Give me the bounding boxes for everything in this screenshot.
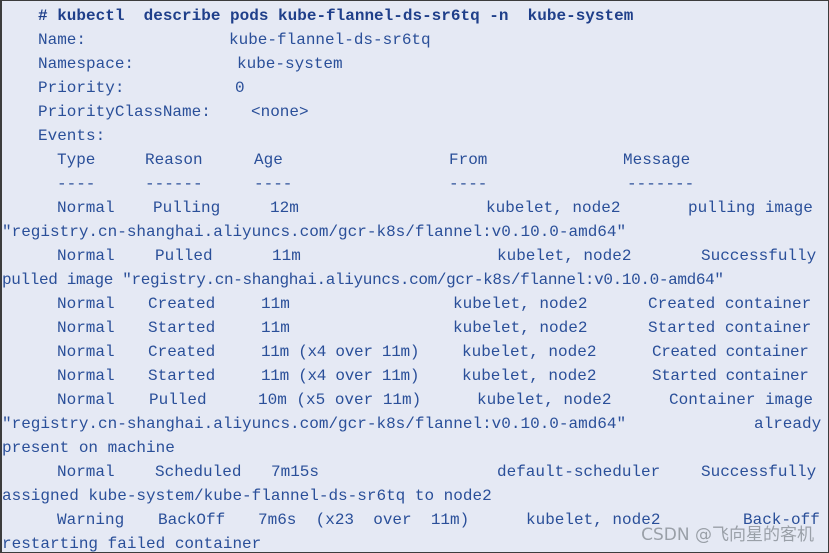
event-from: kubelet, node2 [486, 199, 621, 217]
event-age: 11m [261, 319, 290, 337]
event-message: Container image [669, 391, 814, 409]
event-message-continued: assigned kube-system/kube-flannel-ds-sr6… [2, 487, 492, 505]
event-reason: Created [148, 295, 216, 313]
field-name-label: Name: [38, 31, 87, 49]
csdn-watermark: CSDN @飞向星的客机 [641, 525, 814, 545]
event-from: kubelet, node2 [453, 319, 588, 337]
event-age: 11m [272, 247, 301, 265]
column-header-message: Message [623, 151, 691, 169]
event-from: kubelet, node2 [497, 247, 632, 265]
field-name-value: kube-flannel-ds-sr6tq [229, 31, 431, 49]
event-type: Normal [57, 367, 115, 385]
event-age: 7m15s [271, 463, 320, 481]
event-message-continued-tail: already [754, 415, 822, 433]
event-type: Normal [57, 247, 115, 265]
event-message-continued: "registry.cn-shanghai.aliyuncs.com/gcr-k… [2, 223, 627, 241]
event-from: kubelet, node2 [462, 343, 597, 361]
event-type: Warning [57, 511, 125, 529]
event-message: Created container [652, 343, 809, 361]
column-header-from: From [449, 151, 488, 169]
event-age: 11m (x4 over 11m) [261, 343, 420, 361]
column-underline-reason: ------ [145, 175, 203, 193]
column-underline-age: ---- [254, 175, 293, 193]
command-line: # kubectl describe pods kube-flannel-ds-… [38, 7, 634, 25]
column-underline-type: ---- [57, 175, 96, 193]
event-from: default-scheduler [497, 463, 661, 481]
event-message: Successfully [701, 463, 817, 481]
event-reason: Created [148, 343, 216, 361]
event-reason: Scheduled [155, 463, 242, 481]
event-message: Started container [648, 319, 812, 337]
event-type: Normal [57, 391, 115, 409]
field-namespace-value: kube-system [237, 55, 343, 73]
event-message: Started container [652, 367, 809, 385]
column-header-reason: Reason [145, 151, 203, 169]
event-message-continued: restarting failed container [2, 535, 262, 553]
event-age: 7m6s (x23 over 11m) [258, 511, 470, 529]
event-reason: Started [148, 367, 216, 385]
event-reason: Pulled [155, 247, 213, 265]
event-message: pulling image [688, 199, 813, 217]
event-type: Normal [57, 199, 115, 217]
events-label: Events: [38, 127, 106, 145]
event-from: kubelet, node2 [453, 295, 588, 313]
field-priority-label: Priority: [38, 79, 125, 97]
terminal-output-panel: # kubectl describe pods kube-flannel-ds-… [0, 0, 829, 553]
event-message-continued: pulled image "registry.cn-shanghai.aliyu… [2, 271, 724, 289]
event-age: 11m (x4 over 11m) [261, 367, 420, 385]
event-message-continued-2: present on machine [2, 439, 175, 457]
event-type: Normal [57, 463, 115, 481]
column-header-type: Type [57, 151, 96, 169]
field-namespace-label: Namespace: [38, 55, 135, 73]
event-type: Normal [57, 343, 115, 361]
event-reason: Pulling [153, 199, 221, 217]
event-message-continued: "registry.cn-shanghai.aliyuncs.com/gcr-k… [2, 415, 627, 433]
event-age: 10m (x5 over 11m) [258, 391, 422, 409]
event-type: Normal [57, 319, 115, 337]
event-from: kubelet, node2 [477, 391, 612, 409]
event-from: kubelet, node2 [462, 367, 597, 385]
event-reason: Started [148, 319, 216, 337]
event-type: Normal [57, 295, 115, 313]
column-underline-message: ------- [627, 175, 695, 193]
column-underline-from: ---- [449, 175, 488, 193]
field-priority-value: 0 [235, 79, 245, 97]
event-message: Successfully [701, 247, 817, 265]
column-header-age: Age [254, 151, 283, 169]
field-priorityclass-value: <none> [251, 103, 309, 121]
event-reason: Pulled [149, 391, 207, 409]
event-age: 11m [261, 295, 290, 313]
field-priorityclass-label: PriorityClassName: [38, 103, 211, 121]
event-message: Created container [648, 295, 812, 313]
event-age: 12m [270, 199, 299, 217]
event-reason: BackOff [158, 511, 226, 529]
